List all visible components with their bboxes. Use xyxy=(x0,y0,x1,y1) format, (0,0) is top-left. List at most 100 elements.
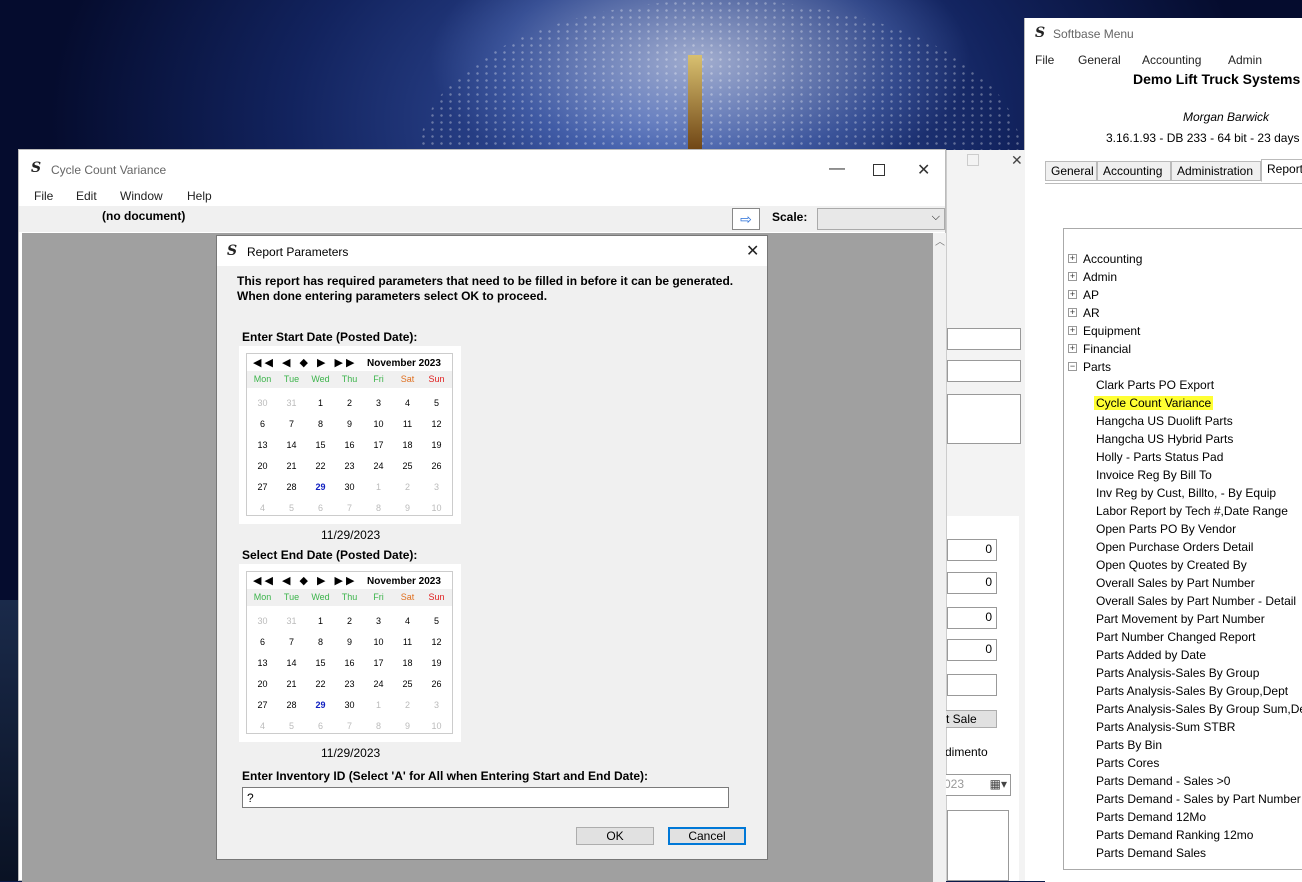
calendar-dropdown-icon[interactable]: ▦▾ xyxy=(990,775,1007,793)
calendar-day[interactable]: 16 xyxy=(335,440,364,450)
tab-administration[interactable]: Administration xyxy=(1171,161,1261,181)
calendar-day[interactable]: 15 xyxy=(306,658,335,668)
ccv-menu-help[interactable]: Help xyxy=(187,189,212,203)
bg-sale-button[interactable]: t Sale xyxy=(941,710,997,728)
calendar-day[interactable]: 27 xyxy=(248,700,277,710)
calendar-day[interactable]: 7 xyxy=(277,419,306,429)
softbase-menu-accounting[interactable]: Accounting xyxy=(1142,53,1201,67)
calendar-day[interactable]: 8 xyxy=(306,637,335,647)
tree-report-item[interactable]: Cycle Count Variance xyxy=(1094,394,1214,412)
calendar-day[interactable]: 22 xyxy=(306,679,335,689)
calendar-day[interactable]: 7 xyxy=(277,637,306,647)
calendar-day[interactable]: 28 xyxy=(277,700,306,710)
bg-value-3[interactable]: 0 xyxy=(947,607,997,629)
dialog-close-icon[interactable]: ✕ xyxy=(746,241,759,261)
calendar-day[interactable]: 31 xyxy=(277,398,306,408)
calendar-day[interactable]: 2 xyxy=(335,616,364,626)
calendar-day[interactable]: 19 xyxy=(422,440,451,450)
calendar-day[interactable]: 27 xyxy=(248,482,277,492)
tree-report-item[interactable]: Parts Analysis-Sales By Group,Dept xyxy=(1096,682,1288,700)
maximize-icon[interactable] xyxy=(873,164,885,176)
calendar-day[interactable]: 30 xyxy=(335,700,364,710)
calendar-day[interactable]: 18 xyxy=(393,658,422,668)
calendar-day[interactable]: 1 xyxy=(306,398,335,408)
calendar-day[interactable]: 25 xyxy=(393,461,422,471)
calendar-day[interactable]: 5 xyxy=(422,616,451,626)
tab-accounting[interactable]: Accounting xyxy=(1097,161,1171,181)
calendar-day[interactable]: 11 xyxy=(393,637,422,647)
calendar-day[interactable]: 10 xyxy=(364,637,393,647)
calendar-day[interactable]: 4 xyxy=(248,721,277,731)
close-icon[interactable]: ✕ xyxy=(917,160,930,180)
tree-report-item[interactable]: Parts Demand - Sales by Part Number xyxy=(1096,790,1301,808)
calendar-day[interactable]: 19 xyxy=(422,658,451,668)
calendar-day[interactable]: 13 xyxy=(248,440,277,450)
calendar-day[interactable]: 16 xyxy=(335,658,364,668)
vertical-scrollbar[interactable]: ︿ xyxy=(933,233,946,882)
calendar-day[interactable]: 30 xyxy=(248,616,277,626)
tree-report-item[interactable]: Holly - Parts Status Pad xyxy=(1096,448,1223,466)
calendar-day[interactable]: 20 xyxy=(248,461,277,471)
cancel-button[interactable]: Cancel xyxy=(668,827,746,845)
bg-field-2[interactable] xyxy=(947,360,1021,382)
calendar-day[interactable]: 29 xyxy=(306,700,335,710)
calendar-month-label[interactable]: November 2023 xyxy=(367,576,441,587)
bg-value-4[interactable]: 0 xyxy=(947,639,997,661)
calendar-day[interactable]: 14 xyxy=(277,440,306,450)
calendar-day[interactable]: 5 xyxy=(277,503,306,513)
calendar-day[interactable]: 30 xyxy=(248,398,277,408)
calendar-day[interactable]: 28 xyxy=(277,482,306,492)
calendar-day[interactable]: 17 xyxy=(364,658,393,668)
expand-icon[interactable]: + xyxy=(1068,272,1077,281)
tree-report-item[interactable]: Parts Analysis-Sales By Group xyxy=(1096,664,1259,682)
end-date-calendar[interactable]: ◀◀ ◀ ◆ ▶ ▶▶ November 2023 Mon Tue Wed Thu Fri S… xyxy=(239,564,461,742)
calendar-day[interactable]: 1 xyxy=(364,700,393,710)
calendar-day[interactable]: 8 xyxy=(364,503,393,513)
tab-report[interactable]: Report xyxy=(1261,159,1302,182)
tree-report-item[interactable]: Part Movement by Part Number xyxy=(1096,610,1265,628)
expand-icon[interactable]: + xyxy=(1068,326,1077,335)
tree-report-item[interactable]: Parts Demand 12Mo xyxy=(1096,808,1206,826)
tree-report-item[interactable]: Parts Cores xyxy=(1096,754,1159,772)
tab-general[interactable]: General xyxy=(1045,161,1097,181)
calendar-day[interactable]: 8 xyxy=(306,419,335,429)
calendar-day[interactable]: 12 xyxy=(422,637,451,647)
calendar-day[interactable]: 4 xyxy=(248,503,277,513)
tree-report-item[interactable]: Labor Report by Tech #,Date Range xyxy=(1096,502,1288,520)
calendar-day[interactable]: 23 xyxy=(335,679,364,689)
calendar-day[interactable]: 7 xyxy=(335,503,364,513)
bg-date-field[interactable]: 023 ▦▾ xyxy=(941,774,1011,796)
calendar-day[interactable]: 10 xyxy=(364,419,393,429)
inventory-id-input[interactable] xyxy=(242,787,729,808)
calendar-day[interactable]: 5 xyxy=(422,398,451,408)
bg-value-2[interactable]: 0 xyxy=(947,572,997,594)
ccv-menu-file[interactable]: File xyxy=(34,189,53,203)
calendar-day[interactable]: 24 xyxy=(364,679,393,689)
expand-icon[interactable]: + xyxy=(1068,308,1077,317)
calendar-day[interactable]: 26 xyxy=(422,461,451,471)
tree-report-item[interactable]: Hangcha US Hybrid Parts xyxy=(1096,430,1233,448)
calendar-day[interactable]: 11 xyxy=(393,419,422,429)
calendar-day[interactable]: 23 xyxy=(335,461,364,471)
bg-text-area[interactable] xyxy=(947,394,1021,444)
calendar-day[interactable]: 31 xyxy=(277,616,306,626)
calendar-day[interactable]: 4 xyxy=(393,616,422,626)
expand-icon[interactable]: + xyxy=(1068,344,1077,353)
tree-report-item[interactable]: Parts Demand Sales xyxy=(1096,844,1206,862)
calendar-day[interactable]: 20 xyxy=(248,679,277,689)
calendar-nav-arrows-icon[interactable]: ◀◀ ◀ ◆ ▶ ▶▶ xyxy=(253,574,357,587)
report-tree[interactable]: + Accounting + Admin + AP + AR + Equipment + Financ… xyxy=(1063,228,1302,870)
ccv-menu-edit[interactable]: Edit xyxy=(76,189,97,203)
calendar-day[interactable]: 25 xyxy=(393,679,422,689)
tree-report-item[interactable]: Clark Parts PO Export xyxy=(1096,376,1214,394)
tree-report-item[interactable]: Parts Demand Ranking 12mo xyxy=(1096,826,1253,844)
calendar-day[interactable]: 6 xyxy=(248,419,277,429)
bg-field-3[interactable] xyxy=(947,674,997,696)
tree-report-item[interactable]: Parts Demand - Sales >0 xyxy=(1096,772,1230,790)
calendar-day[interactable]: 22 xyxy=(306,461,335,471)
calendar-nav-arrows-icon[interactable]: ◀◀ ◀ ◆ ▶ ▶▶ xyxy=(253,356,357,369)
tree-report-item[interactable]: Parts By Bin xyxy=(1096,736,1162,754)
calendar-day[interactable]: 29 xyxy=(306,482,335,492)
collapse-icon[interactable]: − xyxy=(1068,362,1077,371)
calendar-day[interactable]: 8 xyxy=(364,721,393,731)
